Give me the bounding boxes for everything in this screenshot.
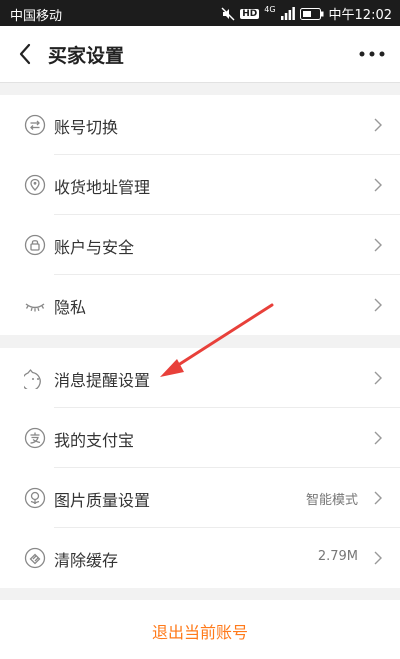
signal-icon <box>280 7 295 20</box>
image-quality-icon <box>24 487 46 509</box>
hd-icon: HD <box>240 8 260 19</box>
more-dots-icon[interactable] <box>356 42 388 66</box>
row-notification-settings[interactable]: 消息提醒设置 <box>0 348 400 408</box>
row-my-alipay[interactable]: 我的支付宝 <box>0 408 400 468</box>
row-label: 账号切换 <box>54 118 119 137</box>
row-value: 智能模式 <box>305 493 358 508</box>
row-privacy[interactable]: 隐私 <box>0 275 400 335</box>
row-value: 2.79M <box>317 549 358 564</box>
switch-account-icon <box>24 114 46 136</box>
eye-closed-icon <box>25 303 45 312</box>
settings-group-general: 消息提醒设置 我的支付宝 图片质量设置 智能模式 清除缓存 2.79M <box>0 348 400 588</box>
chevron-right-icon <box>374 238 382 252</box>
clock: 中午12:02 <box>328 8 392 23</box>
chevron-right-icon <box>374 298 382 312</box>
row-address-management[interactable]: 收货地址管理 <box>0 155 400 215</box>
chevron-right-icon <box>374 431 382 445</box>
row-account-security[interactable]: 账户与安全 <box>0 215 400 275</box>
nav-bar: 买家设置 <box>0 26 400 83</box>
chevron-right-icon <box>374 371 382 385</box>
battery-icon <box>299 7 324 20</box>
settings-group-account: 账号切换 收货地址管理 账户与安全 隐私 <box>0 95 400 335</box>
mute-icon <box>221 7 235 20</box>
lock-icon <box>24 234 46 256</box>
status-bar: 中国移动 HD 4G 中午12:02 <box>0 0 400 26</box>
row-label: 清除缓存 <box>54 551 119 570</box>
chevron-right-icon <box>374 178 382 192</box>
clear-cache-icon <box>24 547 46 569</box>
row-image-quality[interactable]: 图片质量设置 智能模式 <box>0 468 400 528</box>
row-account-switch[interactable]: 账号切换 <box>0 95 400 155</box>
network-type: 4G <box>264 5 276 14</box>
chevron-right-icon <box>374 118 382 132</box>
row-clear-cache[interactable]: 清除缓存 2.79M <box>0 528 400 588</box>
row-label: 隐私 <box>54 298 87 317</box>
status-icons: HD 4G 中午12:02 <box>221 4 392 23</box>
chevron-right-icon <box>374 491 382 505</box>
row-label: 账户与安全 <box>54 238 135 257</box>
row-label: 消息提醒设置 <box>54 371 151 390</box>
row-label: 收货地址管理 <box>54 178 151 197</box>
alipay-icon <box>24 427 46 449</box>
location-icon <box>24 174 46 196</box>
chevron-left-icon[interactable] <box>14 42 38 66</box>
carrier-name: 中国移动 <box>10 9 63 24</box>
row-label: 我的支付宝 <box>54 431 135 450</box>
chevron-right-icon <box>374 551 382 565</box>
notification-icon <box>24 369 41 389</box>
row-label: 图片质量设置 <box>54 491 151 510</box>
page-title: 买家设置 <box>48 45 125 67</box>
logout-section: 退出当前账号 <box>0 600 400 659</box>
logout-button[interactable]: 退出当前账号 <box>152 619 248 643</box>
